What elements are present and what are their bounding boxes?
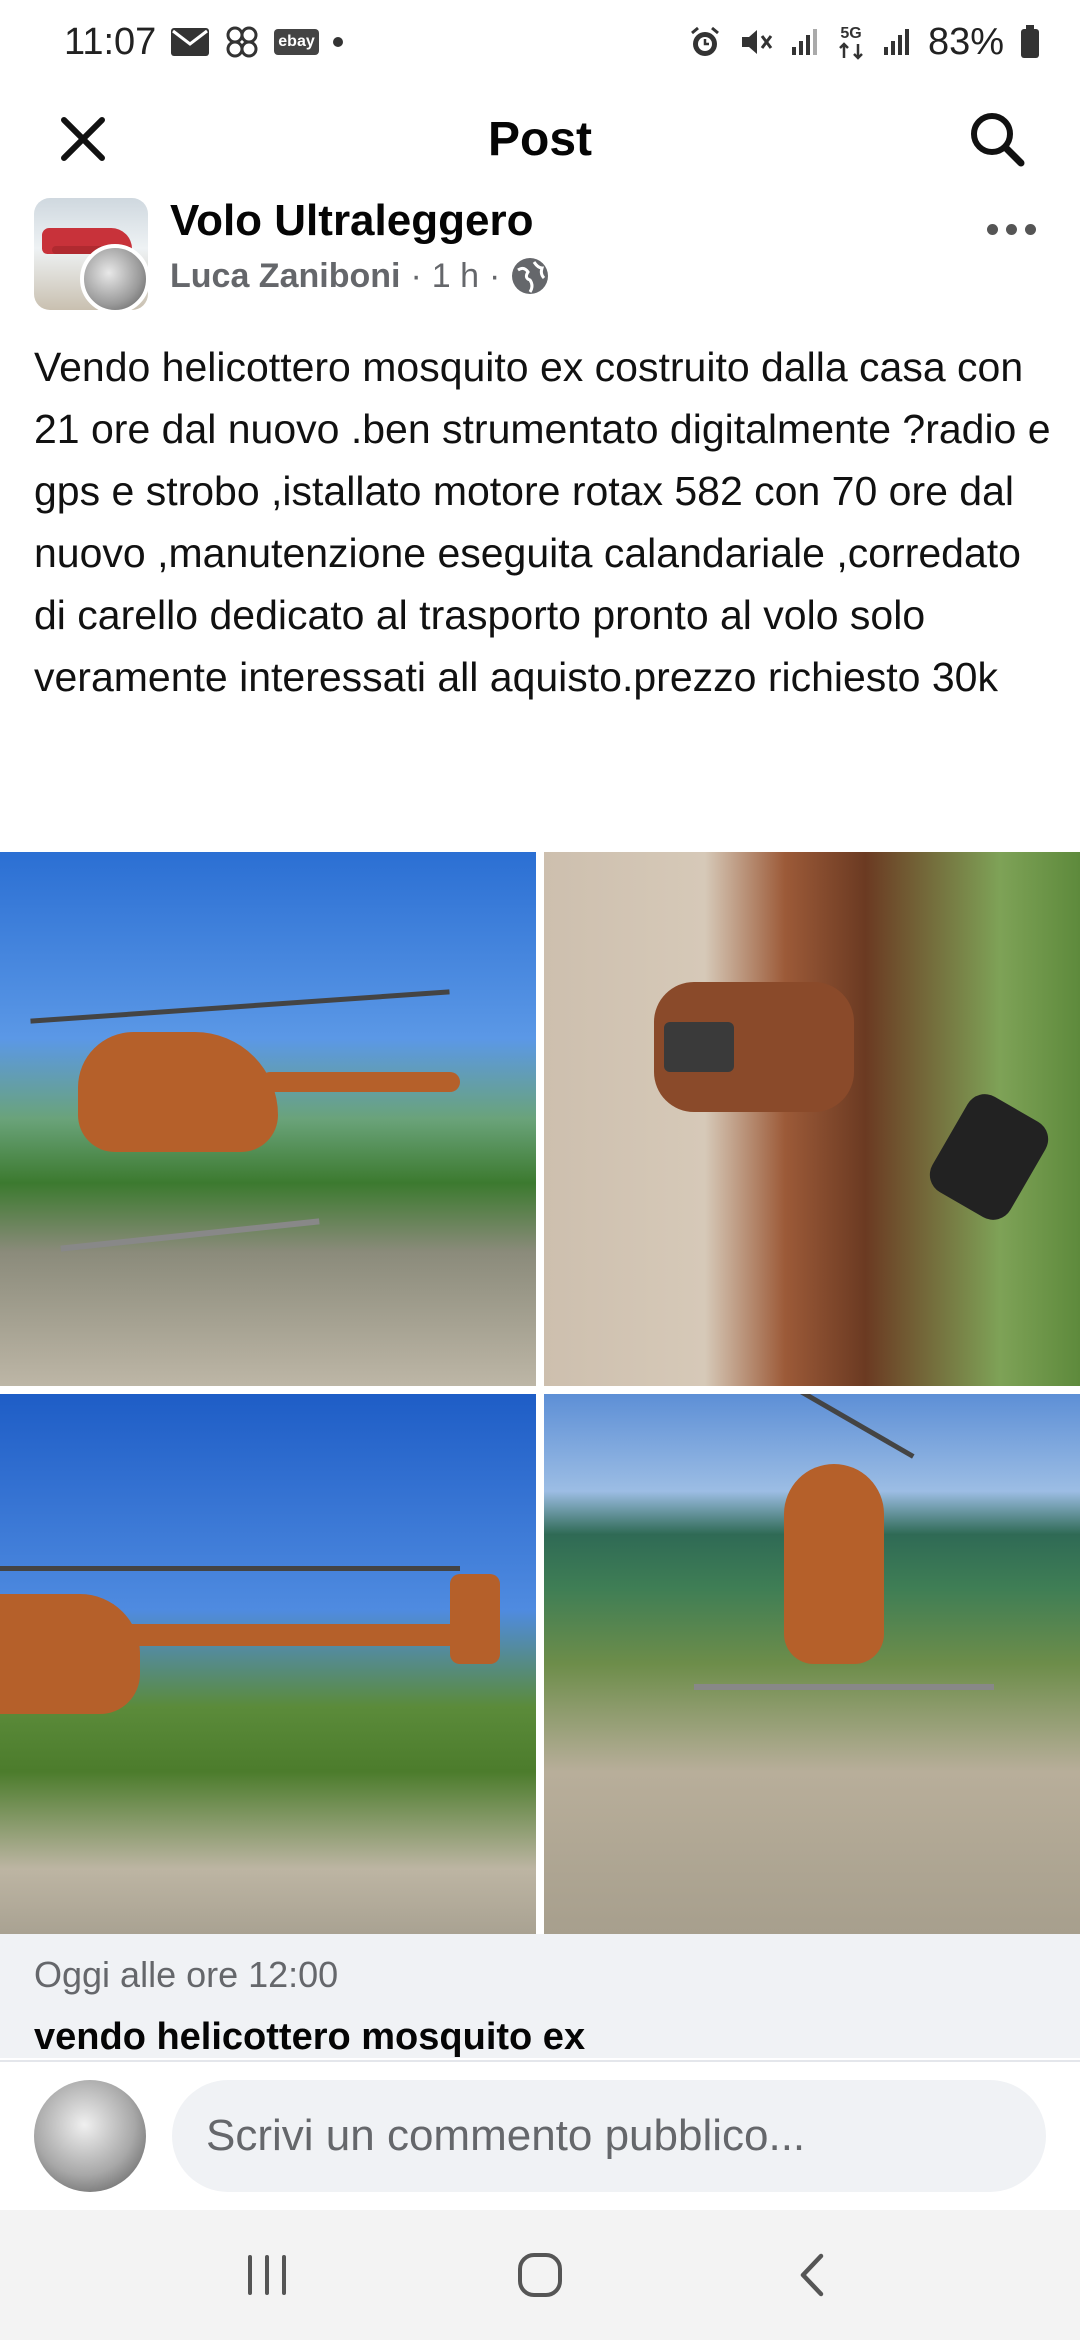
recent-apps-button[interactable] bbox=[222, 2230, 312, 2320]
post-author-header: Volo Ultraleggero Luca Zaniboni · 1 h · bbox=[0, 196, 1080, 336]
status-time: 11:07 bbox=[64, 20, 157, 63]
system-nav-bar bbox=[0, 2210, 1080, 2340]
comment-bar bbox=[0, 2060, 1080, 2210]
photo-stick-shape bbox=[922, 1086, 1056, 1228]
pinwheel-icon bbox=[224, 24, 260, 60]
recent-apps-icon bbox=[247, 2255, 286, 2295]
status-right: 5G 83% bbox=[688, 21, 1040, 64]
back-button[interactable] bbox=[768, 2230, 858, 2320]
photo-skid-shape bbox=[60, 1218, 320, 1252]
alarm-icon bbox=[688, 25, 722, 59]
group-name[interactable]: Volo Ultraleggero bbox=[170, 196, 533, 246]
network-label: 5G bbox=[840, 25, 861, 42]
shared-post-preview[interactable]: Oggi alle ore 12:00 vendo helicottero mo… bbox=[0, 1934, 1080, 2058]
search-button[interactable] bbox=[962, 104, 1032, 174]
battery-percent: 83% bbox=[927, 20, 1004, 63]
photo-rotor-shape bbox=[773, 1394, 915, 1459]
meta-separator: · bbox=[489, 256, 501, 295]
dot-icon bbox=[332, 37, 343, 47]
mail-icon bbox=[170, 27, 210, 57]
page-title: Post bbox=[487, 112, 592, 166]
photo-helicopter-shape bbox=[78, 1032, 278, 1152]
photo-helicopter-shape bbox=[0, 1594, 140, 1714]
author-avatar[interactable] bbox=[80, 244, 150, 314]
home-icon bbox=[517, 2253, 562, 2297]
preview-timestamp: Oggi alle ore 12:00 bbox=[34, 1954, 339, 1995]
photo-tail-shape bbox=[260, 1072, 460, 1092]
5g-icon: 5G bbox=[836, 22, 866, 62]
photo-tail-shape bbox=[120, 1624, 500, 1646]
post-photo[interactable] bbox=[0, 1394, 536, 1934]
meta-separator: · bbox=[410, 256, 422, 295]
photo-fin-shape bbox=[450, 1574, 500, 1664]
photo-skid-shape bbox=[694, 1684, 994, 1690]
photo-screen-shape bbox=[664, 1022, 734, 1072]
photo-grid bbox=[0, 852, 1080, 1934]
dot-icon bbox=[1005, 223, 1017, 235]
photo-rotor-shape bbox=[30, 989, 450, 1024]
home-button[interactable] bbox=[495, 2230, 585, 2320]
post-time[interactable]: 1 h bbox=[432, 257, 479, 296]
ebay-icon: ebay bbox=[274, 29, 319, 55]
signal-icon bbox=[790, 27, 820, 57]
comment-input[interactable] bbox=[172, 2080, 1046, 2192]
dot-icon bbox=[986, 223, 998, 235]
back-icon bbox=[801, 2253, 824, 2297]
post-meta: Luca Zaniboni · 1 h · bbox=[170, 256, 550, 296]
post-photo[interactable] bbox=[0, 852, 536, 1386]
dot-icon bbox=[1024, 223, 1036, 235]
search-icon bbox=[971, 113, 1025, 167]
globe-icon bbox=[512, 258, 549, 294]
status-bar: 11:07 ebay 5G 83% bbox=[0, 0, 1080, 84]
signal-icon bbox=[882, 27, 912, 57]
status-left: 11:07 ebay bbox=[64, 21, 343, 64]
photo-helicopter-shape bbox=[784, 1464, 884, 1664]
post-header-bar: Post bbox=[0, 84, 1080, 194]
post-photo[interactable] bbox=[544, 852, 1080, 1386]
post-text: Vendo helicottero mosquito ex costruito … bbox=[34, 344, 1051, 700]
preview-title: vendo helicottero mosquito ex bbox=[34, 2016, 586, 2058]
close-button[interactable] bbox=[48, 104, 118, 174]
mute-icon bbox=[738, 25, 774, 59]
post-photo[interactable] bbox=[544, 1394, 1080, 1934]
user-avatar[interactable] bbox=[34, 2080, 146, 2192]
battery-icon bbox=[1020, 25, 1040, 59]
more-options-button[interactable] bbox=[976, 204, 1046, 254]
close-icon bbox=[61, 117, 105, 161]
photo-rotor-shape bbox=[0, 1566, 460, 1571]
author-name[interactable]: Luca Zaniboni bbox=[170, 257, 400, 296]
